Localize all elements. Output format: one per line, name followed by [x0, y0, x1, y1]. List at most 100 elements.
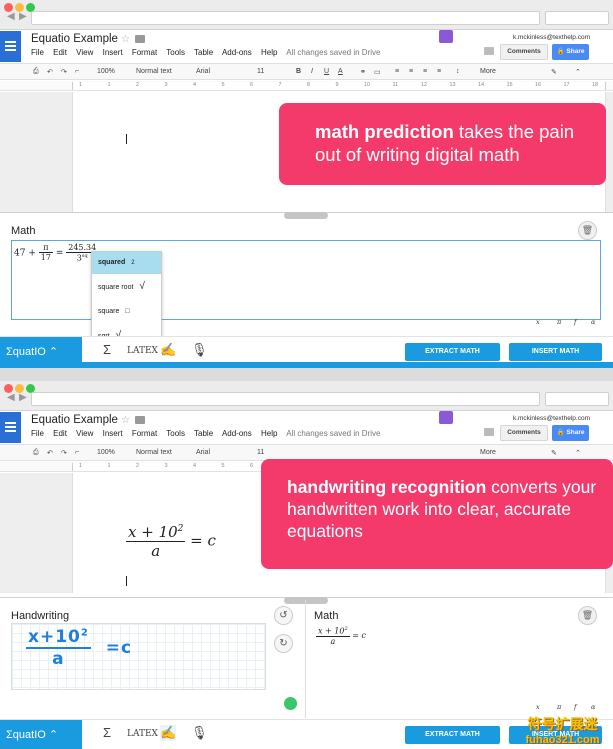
equatio-logo[interactable]: ΣquatIO ⌃ — [0, 720, 82, 749]
text-color-icon[interactable]: A — [338, 68, 343, 75]
menu-help[interactable]: Help — [261, 429, 277, 438]
redo-icon[interactable]: ↷ — [61, 449, 67, 457]
comment-history-icon[interactable] — [484, 47, 494, 55]
panel-drag-handle[interactable] — [284, 212, 328, 219]
collapse-icon[interactable]: ⌃ — [575, 68, 581, 76]
panel-drag-handle[interactable] — [284, 597, 328, 604]
bold-icon[interactable]: B — [296, 68, 301, 75]
menu-tools[interactable]: Tools — [166, 429, 185, 438]
emoji-feedback-icon[interactable] — [284, 697, 297, 710]
symbol-pi[interactable]: π — [557, 318, 561, 326]
collapse-icon[interactable]: ⌃ — [575, 449, 581, 457]
suggestion-square-root[interactable]: square root √ — [92, 276, 161, 298]
comment-icon[interactable]: ▭ — [374, 68, 381, 76]
symbol-function[interactable]: f — [574, 318, 576, 326]
comments-button[interactable]: Comments — [500, 44, 548, 60]
menu-help[interactable]: Help — [261, 48, 277, 57]
account-email[interactable]: k.mckinless@texthelp.com — [513, 34, 590, 41]
redo-stroke-icon[interactable]: ↻ — [274, 634, 293, 653]
undo-icon[interactable]: ↶ — [47, 68, 53, 76]
extract-math-button[interactable]: EXTRACT MATH — [405, 343, 500, 361]
comment-history-icon[interactable] — [484, 428, 494, 436]
trash-icon[interactable]: 🗑 — [578, 606, 597, 625]
menu-table[interactable]: Table — [194, 48, 213, 57]
align-left-icon[interactable]: ≡ — [395, 68, 399, 75]
symbol-x[interactable]: x — [536, 318, 540, 326]
menu-view[interactable]: View — [76, 48, 93, 57]
menu-edit[interactable]: Edit — [53, 429, 67, 438]
redo-icon[interactable]: ↷ — [61, 68, 67, 76]
handwriting-icon[interactable]: ✍ — [160, 725, 177, 741]
star-icon[interactable]: ☆ — [121, 34, 130, 45]
folder-icon[interactable] — [135, 35, 145, 43]
symbol-alpha[interactable]: α — [591, 703, 595, 711]
underline-icon[interactable]: U — [324, 68, 329, 75]
handwriting-icon[interactable]: ✍ — [160, 342, 176, 358]
insert-math-button[interactable]: INSERT MATH — [509, 343, 602, 361]
paint-format-icon[interactable]: ⌐ — [75, 449, 79, 456]
address-bar[interactable] — [31, 11, 540, 25]
microphone-icon[interactable]: 🎙 — [191, 725, 208, 741]
menu-tools[interactable]: Tools — [166, 48, 185, 57]
italic-icon[interactable]: I — [311, 68, 313, 75]
zoom-select[interactable]: 100% — [97, 449, 115, 456]
more-button[interactable]: More — [480, 449, 496, 456]
math-input-icon[interactable]: Σ — [103, 342, 111, 357]
share-button[interactable]: 🔒 Share — [552, 425, 589, 441]
link-icon[interactable]: ⚭ — [360, 68, 366, 76]
undo-stroke-icon[interactable]: ↺ — [274, 606, 293, 625]
font-select[interactable]: Arial — [196, 68, 210, 75]
inserted-equation[interactable]: x + 102 a = c — [126, 523, 216, 560]
menu-file[interactable]: File — [31, 48, 44, 57]
recognized-math[interactable]: x + 102 a = c — [316, 626, 366, 646]
print-icon[interactable]: ⎙ — [33, 68, 39, 76]
menu-edit[interactable]: Edit — [53, 48, 67, 57]
justify-icon[interactable]: ≡ — [437, 68, 441, 75]
pen-icon[interactable]: ✎ — [551, 449, 557, 457]
style-select[interactable]: Normal text — [136, 449, 172, 456]
browser-search-field[interactable] — [545, 392, 609, 406]
latex-button[interactable]: LATEX — [127, 729, 158, 739]
extract-math-button[interactable]: EXTRACT MATH — [405, 726, 500, 744]
menu-view[interactable]: View — [76, 429, 93, 438]
share-button[interactable]: 🔒 Share — [552, 44, 589, 60]
equatio-addon-icon[interactable] — [439, 30, 453, 43]
menu-insert[interactable]: Insert — [103, 429, 123, 438]
paint-format-icon[interactable]: ⌐ — [75, 68, 79, 75]
menu-file[interactable]: File — [31, 429, 44, 438]
forward-arrow-icon[interactable]: ▶ — [19, 392, 27, 403]
account-email[interactable]: k.mckinless@texthelp.com — [513, 415, 590, 422]
comments-button[interactable]: Comments — [500, 425, 548, 441]
latex-button[interactable]: LATEX — [127, 346, 158, 356]
menu-format[interactable]: Format — [132, 48, 157, 57]
align-right-icon[interactable]: ≡ — [423, 68, 427, 75]
folder-icon[interactable] — [135, 416, 145, 424]
menu-addons[interactable]: Add-ons — [222, 48, 252, 57]
font-size-select[interactable]: 11 — [257, 68, 264, 75]
back-arrow-icon[interactable]: ◀ — [7, 392, 15, 403]
font-select[interactable]: Arial — [196, 449, 210, 456]
menu-table[interactable]: Table — [194, 429, 213, 438]
document-title[interactable]: Equatio Example — [31, 33, 118, 45]
menu-insert[interactable]: Insert — [103, 48, 123, 57]
browser-search-field[interactable] — [545, 11, 609, 25]
style-select[interactable]: Normal text — [136, 68, 172, 75]
back-arrow-icon[interactable]: ◀ — [7, 11, 15, 22]
menu-addons[interactable]: Add-ons — [222, 429, 252, 438]
handwriting-canvas[interactable]: x+102 a =c — [11, 623, 266, 690]
address-bar[interactable] — [31, 392, 540, 406]
symbol-function[interactable]: f — [574, 703, 576, 711]
suggestion-squared[interactable]: squared 2 — [92, 252, 161, 274]
star-icon[interactable]: ☆ — [121, 415, 130, 426]
line-spacing-icon[interactable]: ↕ — [456, 68, 460, 75]
equatio-addon-icon[interactable] — [439, 411, 453, 424]
math-input-icon[interactable]: Σ — [103, 725, 111, 740]
pen-icon[interactable]: ✎ — [551, 68, 557, 76]
menu-format[interactable]: Format — [132, 429, 157, 438]
symbol-alpha[interactable]: α — [591, 318, 595, 326]
symbol-pi[interactable]: π — [557, 703, 561, 711]
more-button[interactable]: More — [480, 68, 496, 75]
symbol-x[interactable]: x — [536, 703, 540, 711]
zoom-select[interactable]: 100% — [97, 68, 115, 75]
microphone-icon[interactable]: 🎙 — [191, 342, 208, 358]
